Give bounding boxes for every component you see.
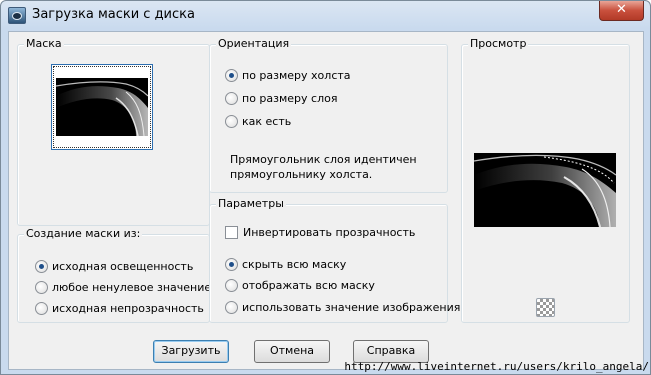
radio-label: как есть xyxy=(242,114,292,128)
watermark-url: http://www.liveinternet.ru/users/krilo_a… xyxy=(344,360,649,373)
description-line: Прямоугольник слоя идентичен xyxy=(230,153,417,166)
window-title: Загрузка маски с диска xyxy=(32,7,195,22)
title-bar[interactable]: Загрузка маски с диска ✕ xyxy=(1,1,650,31)
dialog-body: Маска Создание маски из: исходная освеще… xyxy=(8,31,644,370)
radio-label: по размеру слоя xyxy=(242,91,338,105)
params-group-title: Параметры xyxy=(216,197,286,210)
app-icon xyxy=(8,7,26,24)
cancel-button[interactable]: Отмена xyxy=(254,340,330,363)
preview-group: Просмотр xyxy=(461,37,630,323)
radio-button-icon[interactable] xyxy=(35,301,48,315)
radio-hide-all[interactable]: скрыть всю маску xyxy=(225,256,346,272)
params-group: Параметры Инвертировать прозрачность скр… xyxy=(209,197,460,323)
orientation-group-title: Ориентация xyxy=(216,37,292,50)
radio-label: использовать значение изображения xyxy=(242,300,461,314)
radio-label: исходная непрозрачность xyxy=(52,301,204,315)
radio-orient-canvas[interactable]: по размеру холста xyxy=(225,67,351,83)
source-group: Создание маски из: исходная освещенность… xyxy=(17,227,211,323)
mask-thumbnail-frame[interactable] xyxy=(51,64,153,150)
radio-button-icon[interactable] xyxy=(225,257,238,271)
radio-source-nonzero[interactable]: любое ненулевое значение xyxy=(35,279,211,295)
source-group-title: Создание маски из: xyxy=(24,227,143,240)
preview-group-title: Просмотр xyxy=(468,37,529,50)
mask-group: Маска xyxy=(17,37,210,226)
radio-source-luminance[interactable]: исходная освещенность xyxy=(35,258,193,274)
invert-transparency-checkbox[interactable]: Инвертировать прозрачность xyxy=(225,224,415,240)
close-button[interactable]: ✕ xyxy=(599,1,644,21)
radio-label: любое ненулевое значение xyxy=(52,280,212,294)
radio-button-icon[interactable] xyxy=(225,68,238,82)
radio-label: отображать всю маску xyxy=(242,278,375,292)
radio-orient-asis[interactable]: как есть xyxy=(225,113,291,129)
radio-orient-layer[interactable]: по размеру слоя xyxy=(225,90,337,106)
radio-label: скрыть всю маску xyxy=(242,257,347,271)
checkbox-icon[interactable] xyxy=(225,225,238,239)
checkbox-label: Инвертировать прозрачность xyxy=(243,225,416,239)
transparency-toggle-icon[interactable] xyxy=(536,298,555,317)
radio-use-image-value[interactable]: использовать значение изображения xyxy=(225,299,460,315)
radio-button-icon[interactable] xyxy=(225,300,238,314)
radio-button-icon[interactable] xyxy=(225,91,238,105)
radio-button-icon[interactable] xyxy=(35,280,48,294)
orientation-description: Прямоугольник слоя идентичен прямоугольн… xyxy=(230,152,417,182)
radio-source-opacity[interactable]: исходная непрозрачность xyxy=(35,300,204,316)
mask-thumbnail xyxy=(56,78,148,136)
radio-button-icon[interactable] xyxy=(225,278,238,292)
radio-label: исходная освещенность xyxy=(52,259,194,273)
load-button[interactable]: Загрузить xyxy=(153,340,229,363)
dialog-window: Загрузка маски с диска ✕ Маска Создание … xyxy=(0,0,651,375)
radio-label: по размеру холста xyxy=(242,68,351,82)
description-line: прямоугольнику холста. xyxy=(230,168,373,181)
radio-button-icon[interactable] xyxy=(35,259,48,273)
mask-group-title: Маска xyxy=(24,37,64,50)
radio-show-all[interactable]: отображать всю маску xyxy=(225,277,375,293)
radio-button-icon[interactable] xyxy=(225,114,238,128)
preview-image xyxy=(474,153,616,227)
orientation-group: Ориентация по размеру холста по размеру … xyxy=(209,37,448,193)
